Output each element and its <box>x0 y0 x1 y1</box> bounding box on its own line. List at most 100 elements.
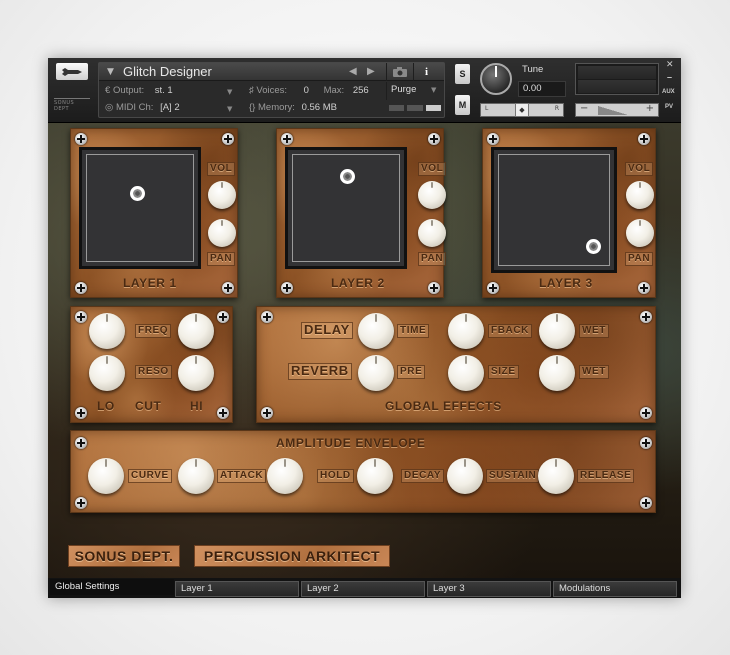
next-arrow-icon[interactable]: ▶ <box>367 66 375 77</box>
voices-value: 0 <box>303 85 309 96</box>
tab-layer-2[interactable]: Layer 2 <box>301 581 425 597</box>
layer-3-xy-pad[interactable] <box>491 147 617 273</box>
tune-value[interactable]: 0.00 <box>518 81 566 97</box>
screw-icon <box>75 407 87 419</box>
layer-1-vol-knob[interactable] <box>208 181 236 209</box>
tune-knob[interactable] <box>480 63 512 95</box>
pv-label[interactable]: PV <box>665 104 673 110</box>
volume-slider-wedge <box>598 106 628 115</box>
screw-icon <box>640 437 652 449</box>
attack-label: ATTACK <box>217 469 267 483</box>
screw-icon <box>281 133 293 145</box>
lo-label: LO <box>97 399 115 413</box>
tab-layer-3[interactable]: Layer 3 <box>427 581 551 597</box>
volume-slider[interactable]: − + <box>575 103 659 117</box>
layer-2-xy-pad[interactable] <box>285 147 407 269</box>
cut-label: CUT <box>135 399 162 413</box>
screw-icon <box>75 497 87 509</box>
instrument-name[interactable]: Glitch Designer <box>123 64 212 79</box>
pre-label: PRE <box>397 365 426 379</box>
decay-label: DECAY <box>401 469 445 483</box>
filter-hi-freq-knob[interactable] <box>178 313 214 349</box>
screw-icon <box>261 311 273 323</box>
memory-value: 0.56 MB <box>301 102 337 113</box>
layer-3-pan-label: PAN <box>625 252 654 266</box>
filter-hi-reso-knob[interactable] <box>178 355 214 391</box>
layer-1-xy-pad[interactable] <box>79 147 201 269</box>
output-field[interactable]: € Output: st. 1 <box>105 85 173 96</box>
pan-right-label: R <box>554 105 559 112</box>
snapshot-button[interactable] <box>386 63 412 81</box>
tab-bar: Global Settings Layer 1 Layer 2 Layer 3 … <box>48 578 681 598</box>
pan-slider-thumb[interactable]: ◆ <box>515 103 529 117</box>
info-button[interactable]: i <box>413 63 439 81</box>
screw-icon <box>428 133 440 145</box>
sustain-knob[interactable] <box>447 458 483 494</box>
output-label: Output: <box>112 85 145 96</box>
cpu-meter <box>389 105 441 111</box>
reverb-wet-label: WET <box>579 365 610 379</box>
tab-modulations[interactable]: Modulations <box>553 581 677 597</box>
product-brand: PERCUSSION ARKITECT <box>194 545 390 567</box>
screw-icon <box>75 311 87 323</box>
attack-knob[interactable] <box>178 458 214 494</box>
screw-icon <box>638 282 650 294</box>
prev-arrow-icon[interactable]: ◀ <box>349 66 357 77</box>
aux-label[interactable]: AUX <box>662 89 675 95</box>
delay-wet-knob[interactable] <box>539 313 575 349</box>
memory-icon: {} <box>249 102 258 113</box>
tab-global-settings[interactable]: Global Settings <box>50 579 174 595</box>
delay-time-knob[interactable] <box>358 313 394 349</box>
decay-knob[interactable] <box>357 458 393 494</box>
instrument-header: SONUS DEPT ▼ Glitch Designer ◀ ▶ i € Out… <box>48 58 681 123</box>
layer-2-pan-knob[interactable] <box>418 219 446 247</box>
screw-icon <box>75 133 87 145</box>
filter-lo-freq-knob[interactable] <box>89 313 125 349</box>
reverb-size-knob[interactable] <box>448 355 484 391</box>
wrench-button[interactable] <box>56 63 88 80</box>
pan-slider[interactable]: L ◆ R <box>480 103 564 117</box>
screw-icon <box>217 311 229 323</box>
output-dropdown-icon[interactable]: ▼ <box>227 88 232 96</box>
screw-icon <box>640 497 652 509</box>
midi-field[interactable]: ◎ MIDI Ch: [A] 2 <box>105 102 180 113</box>
layer-1-pan-knob[interactable] <box>208 219 236 247</box>
output-value: st. 1 <box>154 85 173 96</box>
layer-2-title: LAYER 2 <box>331 276 385 290</box>
midi-value: [A] 2 <box>160 102 180 113</box>
minimize-icon[interactable]: – <box>667 72 672 82</box>
layer-3-xy-handle[interactable] <box>586 239 601 254</box>
layer-3-title: LAYER 3 <box>539 276 593 290</box>
collapse-triangle-icon[interactable]: ▼ <box>107 67 114 77</box>
layer-3-vol-knob[interactable] <box>626 181 654 209</box>
reverb-pre-knob[interactable] <box>358 355 394 391</box>
release-knob[interactable] <box>538 458 574 494</box>
amplitude-envelope-panel: AMPLITUDE ENVELOPE CURVE ATTACK HOLD DEC… <box>70 430 656 513</box>
layer-3-pan-knob[interactable] <box>626 219 654 247</box>
close-icon[interactable]: ✕ <box>666 60 674 70</box>
curve-knob[interactable] <box>88 458 124 494</box>
reverb-label: REVERB <box>288 363 352 380</box>
memory-field: {} Memory: 0.56 MB <box>249 102 337 113</box>
plus-icon: + <box>645 103 654 114</box>
instrument-title-bar: ▼ Glitch Designer ◀ ▶ i <box>99 63 444 81</box>
layer-2-vol-knob[interactable] <box>418 181 446 209</box>
midi-dropdown-icon[interactable]: ▼ <box>227 105 232 113</box>
layer-2-xy-handle[interactable] <box>340 169 355 184</box>
layer-3-vol-label: VOL <box>625 162 654 176</box>
layer-1-xy-handle[interactable] <box>130 186 145 201</box>
hold-knob[interactable] <box>267 458 303 494</box>
screw-icon <box>487 282 499 294</box>
filter-lo-reso-knob[interactable] <box>89 355 125 391</box>
reverb-wet-knob[interactable] <box>539 355 575 391</box>
delay-feedback-knob[interactable] <box>448 313 484 349</box>
purge-dropdown[interactable]: Purge ▼ <box>386 82 444 100</box>
solo-button[interactable]: S <box>455 64 470 84</box>
sustain-label: SUSTAIN <box>486 469 540 483</box>
mute-button[interactable]: M <box>455 95 470 115</box>
tab-layer-1[interactable]: Layer 1 <box>175 581 299 597</box>
screw-icon <box>222 282 234 294</box>
max-label: Max: <box>323 85 345 96</box>
screw-icon <box>428 282 440 294</box>
info-icon: i <box>424 66 429 78</box>
